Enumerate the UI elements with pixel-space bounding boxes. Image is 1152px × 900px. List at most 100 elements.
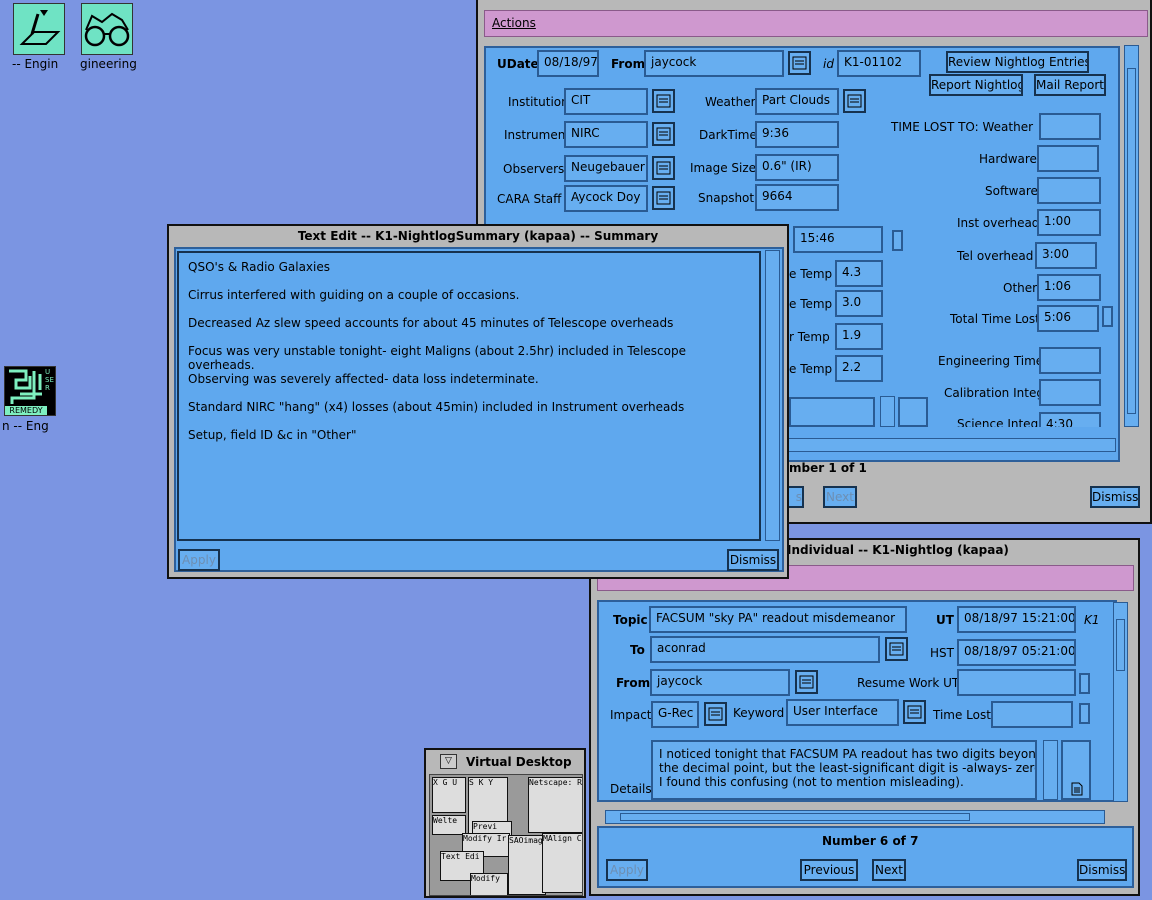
weather-list-button[interactable] bbox=[843, 89, 866, 113]
id-field[interactable]: K1-01102 bbox=[837, 50, 921, 77]
impact-field[interactable]: G-Rec bbox=[651, 701, 699, 728]
resume-handle[interactable] bbox=[1079, 673, 1090, 694]
vdesk-window[interactable]: X G U bbox=[432, 777, 466, 813]
time-lost-field-2[interactable] bbox=[991, 701, 1073, 728]
details-scrollbar[interactable] bbox=[1043, 740, 1058, 800]
from-field[interactable]: jaycock bbox=[644, 50, 784, 77]
form-hscrollbar[interactable] bbox=[788, 438, 1116, 452]
temp-field-3[interactable]: 1.9 bbox=[835, 323, 883, 350]
udate-label: UDate bbox=[497, 57, 539, 71]
institution-field[interactable]: CIT bbox=[564, 88, 648, 115]
keyword-field[interactable]: User Interface bbox=[786, 699, 899, 726]
time-handle[interactable] bbox=[892, 230, 903, 251]
resume-label: Resume Work UT bbox=[857, 676, 960, 690]
keyword-list-button[interactable] bbox=[903, 700, 926, 724]
dismiss-button-2[interactable]: Dismiss bbox=[1077, 859, 1127, 881]
staff-list-button[interactable] bbox=[652, 186, 675, 210]
ut-label: UT bbox=[936, 613, 954, 627]
comments-scrollbar[interactable] bbox=[880, 396, 895, 427]
to-field[interactable]: aconrad bbox=[650, 636, 880, 663]
engineering-icon-2[interactable] bbox=[81, 3, 133, 55]
report-nightlog-button[interactable]: Report Nightlog bbox=[929, 74, 1023, 96]
hst-field[interactable]: 08/18/97 05:21:00 bbox=[957, 639, 1076, 666]
engineering-icon-1[interactable] bbox=[13, 3, 65, 55]
aux-box[interactable] bbox=[898, 397, 928, 427]
science-field[interactable]: 4:30 bbox=[1039, 412, 1101, 427]
to-list-button[interactable] bbox=[885, 637, 908, 661]
summary-line: Decreased Az slew speed accounts for abo… bbox=[188, 316, 674, 330]
list-icon bbox=[656, 127, 671, 141]
details-textarea[interactable]: I noticed tonight that FACSUM PA readout… bbox=[651, 740, 1037, 800]
ut-field[interactable]: 08/18/97 15:21:00 bbox=[957, 606, 1076, 633]
instrument-list-button[interactable] bbox=[652, 122, 675, 146]
drafting-icon bbox=[19, 10, 61, 45]
summary-textarea[interactable]: QSO's & Radio Galaxies Cirrus interfered… bbox=[177, 251, 761, 541]
from-list-button-2[interactable] bbox=[795, 670, 818, 694]
vdesk-window[interactable]: SAOimag bbox=[508, 835, 546, 895]
ut-extra: K1 bbox=[1084, 613, 1100, 627]
software-field[interactable] bbox=[1037, 177, 1101, 204]
other-field[interactable]: 1:06 bbox=[1037, 274, 1101, 301]
inst-overhead-field[interactable]: 1:00 bbox=[1037, 209, 1101, 236]
software-label: Software bbox=[985, 184, 1038, 198]
previous-button-2[interactable]: Previous bbox=[800, 859, 858, 881]
dismiss-button[interactable]: Dismiss bbox=[1090, 486, 1140, 508]
weather-label: Weather bbox=[705, 95, 756, 109]
comments-textarea[interactable] bbox=[789, 397, 875, 427]
from-list-button[interactable] bbox=[788, 51, 811, 75]
cara-staff-field[interactable]: Aycock Doy bbox=[564, 185, 648, 212]
instrument-field[interactable]: NIRC bbox=[564, 121, 648, 148]
observers-list-button[interactable] bbox=[652, 156, 675, 180]
dismiss-button-3[interactable]: Dismiss bbox=[727, 549, 779, 571]
time-field[interactable]: 15:46 bbox=[793, 226, 883, 253]
vdesk-map[interactable]: X G U S K Y Netscape: R Welte Previ Modi… bbox=[429, 774, 583, 896]
topic-field[interactable]: FACSUM "sky PA" readout misdemeanor bbox=[649, 606, 907, 633]
institution-list-button[interactable] bbox=[652, 89, 675, 113]
next-button-2[interactable]: Next bbox=[872, 859, 906, 881]
list-icon bbox=[708, 707, 723, 721]
engineering-time-field[interactable] bbox=[1039, 347, 1101, 374]
form-vscrollbar[interactable] bbox=[1124, 45, 1139, 427]
from-field-2[interactable]: jaycock bbox=[650, 669, 790, 696]
summary-scrollbar[interactable] bbox=[765, 250, 780, 541]
darktime-field[interactable]: 9:36 bbox=[755, 121, 839, 148]
resume-field[interactable] bbox=[957, 669, 1076, 696]
observers-field[interactable]: Neugebauer bbox=[564, 155, 648, 182]
temp-field-1[interactable]: 4.3 bbox=[835, 260, 883, 287]
calibration-field[interactable] bbox=[1039, 379, 1101, 406]
review-entries-button[interactable]: Review Nightlog Entries bbox=[946, 51, 1089, 73]
menu-actions[interactable]: Actions bbox=[492, 16, 536, 30]
list-icon bbox=[799, 675, 814, 689]
timelost-handle[interactable] bbox=[1079, 703, 1090, 724]
weather-lost-field[interactable] bbox=[1039, 113, 1101, 140]
temp-field-4[interactable]: 2.2 bbox=[835, 355, 883, 382]
apply-button-2[interactable]: Apply bbox=[606, 859, 648, 881]
summary-line: QSO's & Radio Galaxies bbox=[188, 260, 330, 274]
individual-hscrollbar[interactable] bbox=[605, 810, 1105, 824]
total-handle[interactable] bbox=[1102, 306, 1113, 327]
individual-vscrollbar[interactable] bbox=[1113, 602, 1128, 802]
snapshot-field[interactable]: 9664 bbox=[755, 184, 839, 211]
remedy-user-icon[interactable]: USER REMEDY bbox=[4, 366, 56, 416]
vdesk-window[interactable]: Welte bbox=[432, 815, 466, 835]
next-button[interactable]: Next bbox=[823, 486, 857, 508]
temp-field-2[interactable]: 3.0 bbox=[835, 290, 883, 317]
imagesize-field[interactable]: 0.6" (IR) bbox=[755, 154, 839, 181]
record-counter: mber 1 of 1 bbox=[789, 461, 867, 475]
vdesk-menu-button[interactable]: ▽ bbox=[440, 754, 457, 769]
vdesk-window[interactable]: Netscape: R bbox=[528, 777, 582, 833]
attach-box[interactable] bbox=[1061, 740, 1091, 800]
mail-report-button[interactable]: Mail Report bbox=[1034, 74, 1106, 96]
list-icon bbox=[792, 56, 807, 70]
tel-overhead-field[interactable]: 3:00 bbox=[1035, 242, 1097, 269]
impact-list-button[interactable] bbox=[704, 702, 727, 726]
hardware-field[interactable] bbox=[1037, 145, 1099, 172]
user-badge: USER bbox=[45, 368, 54, 392]
apply-button[interactable]: Apply bbox=[178, 549, 220, 571]
udate-field[interactable]: 08/18/97 bbox=[537, 50, 599, 77]
from-label-2: From bbox=[616, 676, 651, 690]
vdesk-window[interactable]: Modify bbox=[470, 873, 508, 895]
weather-field[interactable]: Part Clouds bbox=[755, 88, 839, 115]
total-lost-field[interactable]: 5:06 bbox=[1037, 305, 1099, 332]
vdesk-window[interactable]: MAlign C bbox=[542, 833, 582, 893]
